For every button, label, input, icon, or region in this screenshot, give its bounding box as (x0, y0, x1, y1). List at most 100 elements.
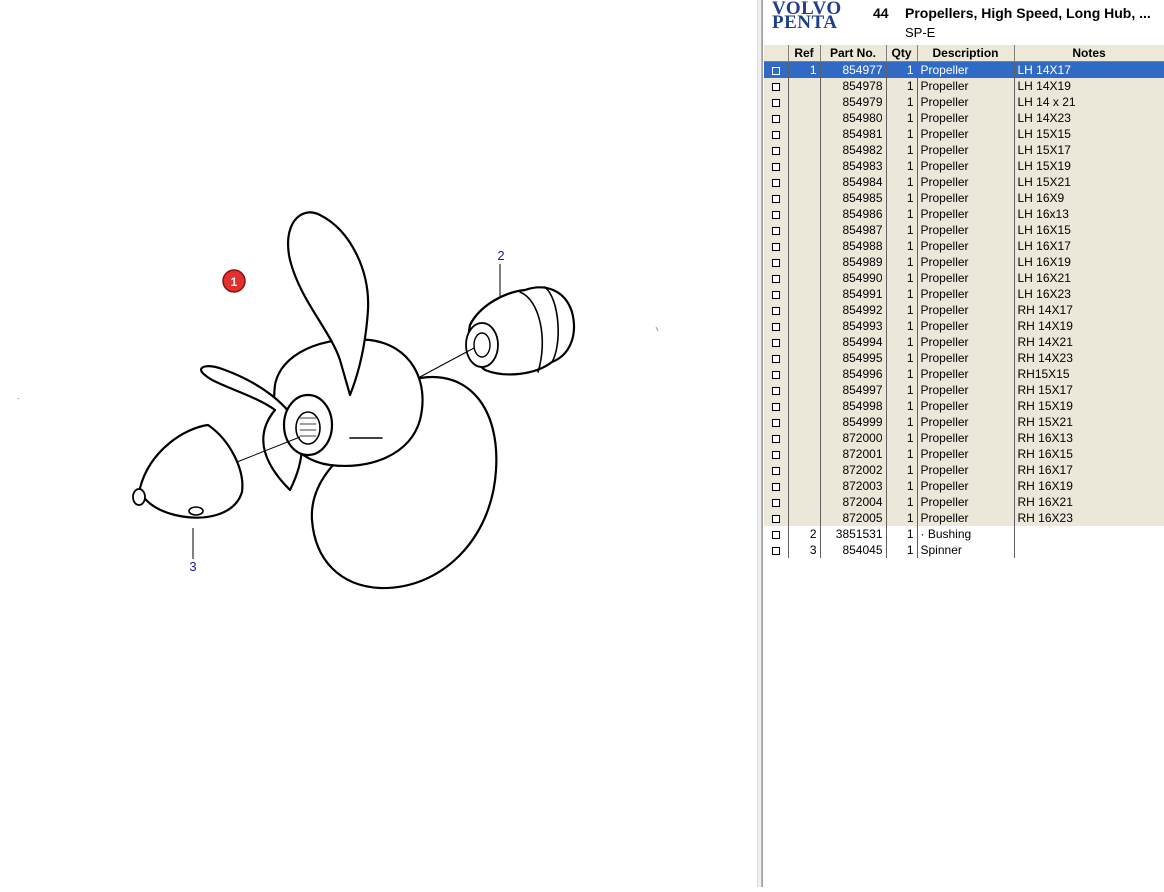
row-checkbox[interactable] (764, 366, 789, 382)
row-checkbox[interactable] (764, 142, 789, 158)
table-row[interactable]: 854990 1 Propeller LH 16X21 (764, 270, 1164, 286)
checkbox[interactable] (771, 498, 780, 507)
checkbox[interactable] (771, 178, 780, 187)
row-checkbox[interactable] (764, 398, 789, 414)
checkbox[interactable] (771, 114, 780, 123)
row-checkbox[interactable] (764, 542, 789, 558)
checkbox[interactable] (771, 242, 780, 251)
checkbox[interactable] (771, 402, 780, 411)
checkbox[interactable] (771, 370, 780, 379)
checkbox[interactable] (771, 226, 780, 235)
row-checkbox[interactable] (764, 238, 789, 254)
row-checkbox[interactable] (764, 350, 789, 366)
row-checkbox[interactable] (764, 494, 789, 510)
column-header-notes[interactable]: Notes (1014, 45, 1164, 62)
column-header-qty[interactable]: Qty (886, 45, 918, 62)
checkbox[interactable] (771, 418, 780, 427)
row-checkbox[interactable] (764, 446, 789, 462)
checkbox[interactable] (771, 450, 780, 459)
table-row[interactable]: 854980 1 Propeller LH 14X23 (764, 110, 1164, 126)
checkbox[interactable] (771, 530, 780, 539)
checkbox[interactable] (771, 130, 780, 139)
checkbox[interactable] (771, 338, 780, 347)
table-row[interactable]: 854978 1 Propeller LH 14X19 (764, 78, 1164, 94)
checkbox[interactable] (771, 434, 780, 443)
table-row[interactable]: 872003 1 Propeller RH 16X19 (764, 478, 1164, 494)
column-header-part-no[interactable]: Part No. (820, 45, 887, 62)
table-row[interactable]: 854985 1 Propeller LH 16X9 (764, 190, 1164, 206)
table-row[interactable]: 854993 1 Propeller RH 14X19 (764, 318, 1164, 334)
column-header-ref[interactable]: Ref (788, 45, 821, 62)
checkbox[interactable] (771, 546, 780, 555)
checkbox[interactable] (771, 306, 780, 315)
table-row[interactable]: 854981 1 Propeller LH 15X15 (764, 126, 1164, 142)
table-row[interactable]: 854997 1 Propeller RH 15X17 (764, 382, 1164, 398)
table-row[interactable]: 854989 1 Propeller LH 16X19 (764, 254, 1164, 270)
table-row[interactable]: 854983 1 Propeller LH 15X19 (764, 158, 1164, 174)
checkbox[interactable] (771, 514, 780, 523)
row-checkbox[interactable] (764, 94, 789, 110)
row-checkbox[interactable] (764, 510, 789, 526)
row-checkbox[interactable] (764, 78, 789, 94)
row-checkbox[interactable] (764, 190, 789, 206)
column-header-select[interactable] (764, 45, 789, 62)
row-checkbox[interactable] (764, 126, 789, 142)
checkbox[interactable] (771, 482, 780, 491)
checkbox[interactable] (771, 258, 780, 267)
row-checkbox[interactable] (764, 462, 789, 478)
checkbox[interactable] (771, 290, 780, 299)
table-row[interactable]: 854979 1 Propeller LH 14 x 21 (764, 94, 1164, 110)
table-row[interactable]: 854998 1 Propeller RH 15X19 (764, 398, 1164, 414)
table-row[interactable]: 872002 1 Propeller RH 16X17 (764, 462, 1164, 478)
row-checkbox[interactable] (764, 270, 789, 286)
table-row[interactable]: 1 854977 1 Propeller LH 14X17 (764, 61, 1164, 78)
row-checkbox[interactable] (764, 174, 789, 190)
column-header-description[interactable]: Description (917, 45, 1015, 62)
row-checkbox[interactable] (764, 254, 789, 270)
row-checkbox[interactable] (764, 382, 789, 398)
row-checkbox[interactable] (764, 222, 789, 238)
row-checkbox[interactable] (764, 158, 789, 174)
table-row[interactable]: 854984 1 Propeller LH 15X21 (764, 174, 1164, 190)
table-row[interactable]: 2 3851531 1 · Bushing (764, 526, 1164, 542)
table-row[interactable]: 854994 1 Propeller RH 14X21 (764, 334, 1164, 350)
table-row[interactable]: 872005 1 Propeller RH 16X23 (764, 510, 1164, 526)
table-row[interactable]: 854982 1 Propeller LH 15X17 (764, 142, 1164, 158)
row-checkbox[interactable] (764, 318, 789, 334)
row-checkbox[interactable] (764, 334, 789, 350)
checkbox[interactable] (771, 146, 780, 155)
row-checkbox[interactable] (764, 430, 789, 446)
table-row[interactable]: 854987 1 Propeller LH 16X15 (764, 222, 1164, 238)
row-checkbox[interactable] (764, 478, 789, 494)
checkbox[interactable] (771, 98, 780, 107)
table-row[interactable]: 854995 1 Propeller RH 14X23 (764, 350, 1164, 366)
checkbox[interactable] (771, 194, 780, 203)
row-description: Spinner (917, 542, 1015, 558)
checkbox[interactable] (771, 354, 780, 363)
row-checkbox[interactable] (764, 61, 789, 78)
row-checkbox[interactable] (764, 110, 789, 126)
row-checkbox[interactable] (764, 526, 789, 542)
table-row[interactable]: 854992 1 Propeller RH 14X17 (764, 302, 1164, 318)
checkbox[interactable] (771, 66, 780, 75)
checkbox[interactable] (771, 82, 780, 91)
checkbox[interactable] (771, 210, 780, 219)
table-row[interactable]: 854988 1 Propeller LH 16X17 (764, 238, 1164, 254)
checkbox[interactable] (771, 274, 780, 283)
checkbox[interactable] (771, 162, 780, 171)
row-checkbox[interactable] (764, 302, 789, 318)
table-row[interactable]: 872000 1 Propeller RH 16X13 (764, 430, 1164, 446)
checkbox[interactable] (771, 466, 780, 475)
table-row[interactable]: 854986 1 Propeller LH 16x13 (764, 206, 1164, 222)
table-row[interactable]: 854991 1 Propeller LH 16X23 (764, 286, 1164, 302)
row-checkbox[interactable] (764, 206, 789, 222)
row-checkbox[interactable] (764, 286, 789, 302)
table-row[interactable]: 872004 1 Propeller RH 16X21 (764, 494, 1164, 510)
table-row[interactable]: 854999 1 Propeller RH 15X21 (764, 414, 1164, 430)
table-row[interactable]: 3 854045 1 Spinner (764, 542, 1164, 558)
row-checkbox[interactable] (764, 414, 789, 430)
checkbox[interactable] (771, 322, 780, 331)
checkbox[interactable] (771, 386, 780, 395)
table-row[interactable]: 872001 1 Propeller RH 16X15 (764, 446, 1164, 462)
table-row[interactable]: 854996 1 Propeller RH15X15 (764, 366, 1164, 382)
